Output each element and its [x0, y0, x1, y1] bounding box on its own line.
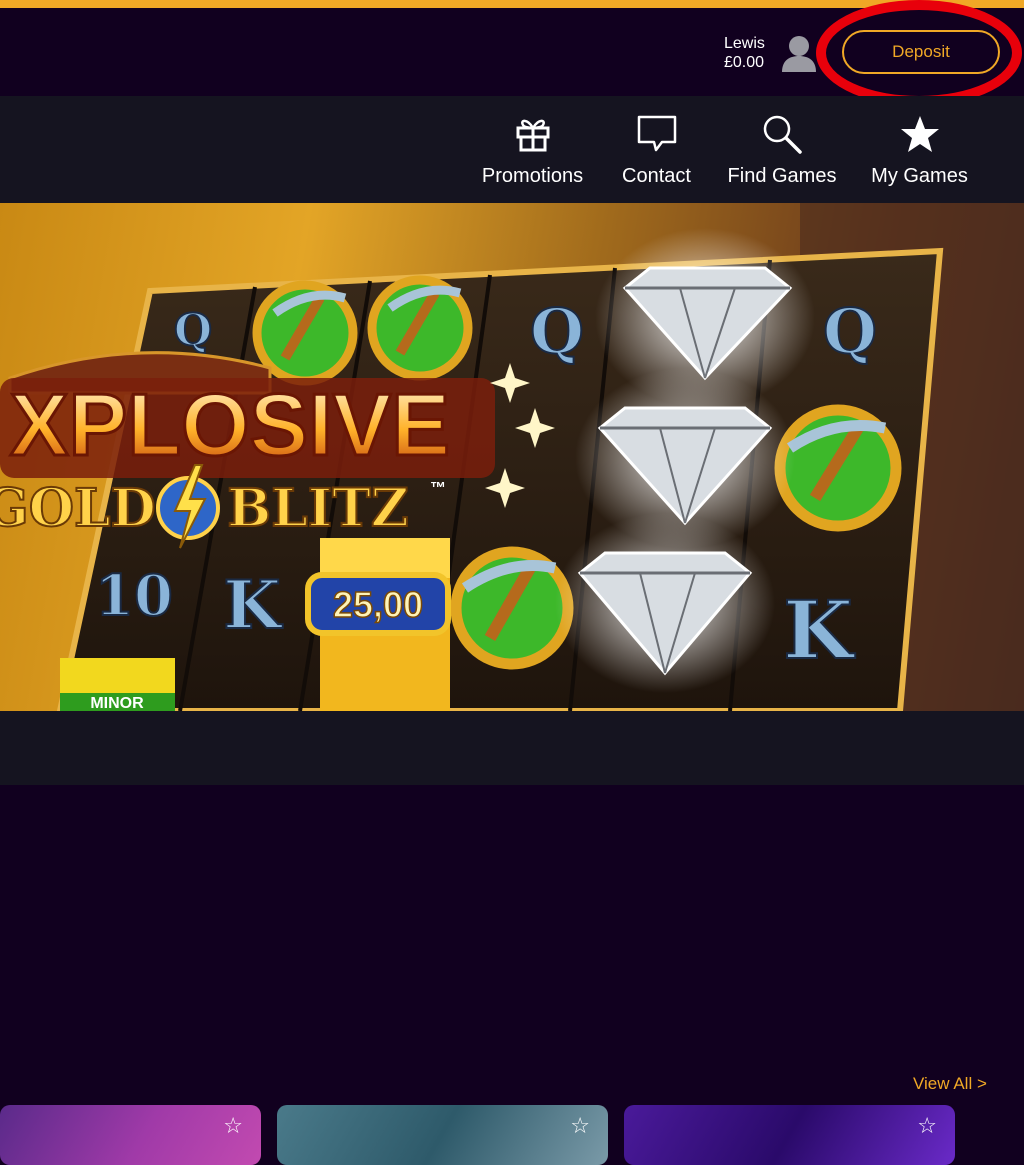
nav-label-promotions: Promotions: [481, 165, 584, 187]
nav-label-contact: Contact: [622, 165, 691, 187]
reel-symbol-text: K: [223, 566, 283, 644]
game-card[interactable]: ☆: [277, 1105, 608, 1165]
account-summary[interactable]: Lewis £0.00: [724, 34, 784, 72]
favorite-star-icon[interactable]: ☆: [917, 1115, 937, 1137]
game-title-line1: XPLOSIVE: [10, 375, 450, 474]
pickaxe-symbol: [367, 275, 473, 381]
nav-label-my-games: My Games: [871, 165, 968, 187]
reel-symbol-text: 10: [95, 563, 173, 629]
user-avatar-icon[interactable]: [780, 34, 818, 74]
balance: £0.00: [724, 54, 765, 71]
reel-symbol-text: Q: [823, 295, 877, 368]
deposit-button[interactable]: Deposit: [842, 30, 1000, 74]
view-all-link[interactable]: View All >: [913, 1074, 987, 1094]
main-nav: Promotions Contact Find Games My Games: [0, 96, 1024, 203]
nav-item-find-games[interactable]: Find Games: [727, 96, 837, 203]
game-card[interactable]: ☆: [0, 1105, 261, 1165]
nav-item-promotions[interactable]: Promotions: [482, 96, 583, 203]
header: Lewis £0.00 Deposit: [0, 8, 1024, 96]
reel-symbol-text: Q: [174, 305, 212, 356]
game-title-blitz: BLITZ: [227, 478, 409, 539]
prize-value: 25,00: [333, 584, 423, 625]
trademark-mark: ™: [430, 480, 446, 497]
nav-item-contact[interactable]: Contact: [622, 96, 691, 203]
reel-symbol-text: Q: [530, 295, 584, 368]
slot-game-artwork: Q Q Q 10 K K MINOR 25,00 XPLOSIVE GOLD B…: [0, 203, 1024, 711]
game-card[interactable]: ☆: [624, 1105, 955, 1165]
diamond-symbol: [555, 513, 775, 693]
minor-label: MINOR: [90, 695, 144, 711]
pickaxe-symbol: [774, 404, 902, 532]
game-title-gold: GOLD: [0, 478, 156, 539]
nav-item-my-games[interactable]: My Games: [871, 96, 968, 203]
favorite-star-icon[interactable]: ☆: [223, 1115, 243, 1137]
pickaxe-symbol: [252, 280, 358, 386]
banner-footer-strip: [0, 711, 1024, 785]
nav-label-find-games: Find Games: [727, 165, 837, 187]
reel-symbol-text: K: [783, 583, 855, 677]
games-section: View All > ☆ ☆ ☆: [0, 785, 1024, 1165]
favorite-star-icon[interactable]: ☆: [570, 1115, 590, 1137]
username: Lewis: [724, 35, 765, 52]
star-icon: [900, 116, 939, 152]
pickaxe-symbol: [450, 546, 574, 670]
gift-icon: [516, 119, 549, 152]
chat-bubble-icon: [637, 115, 676, 152]
promo-banner[interactable]: Q Q Q 10 K K MINOR 25,00 XPLOSIVE GOLD B…: [0, 203, 1024, 711]
search-icon: [763, 115, 802, 154]
top-accent-strip: [0, 0, 1024, 8]
